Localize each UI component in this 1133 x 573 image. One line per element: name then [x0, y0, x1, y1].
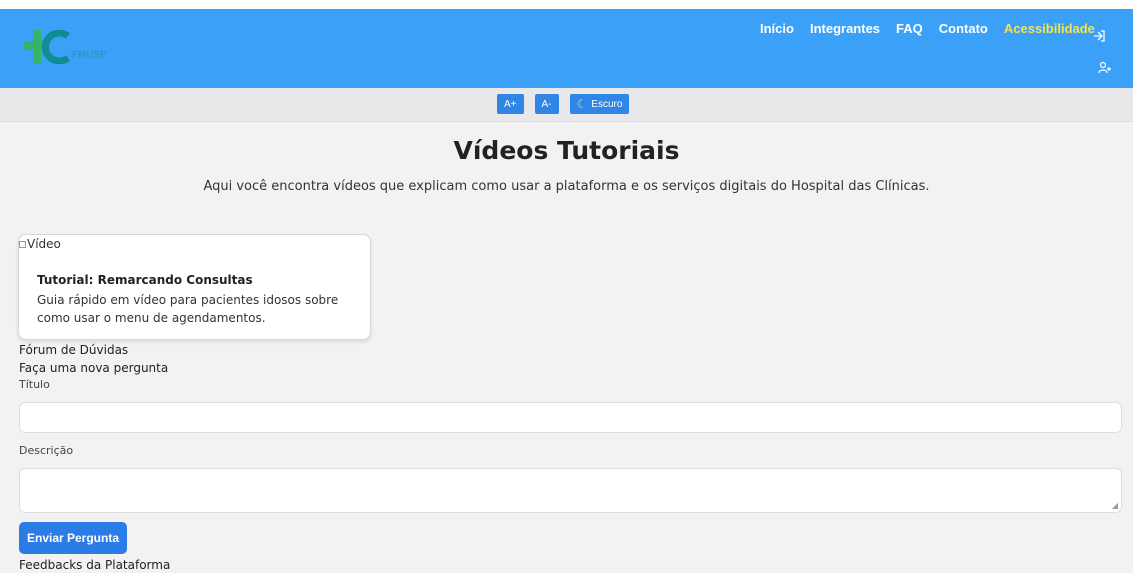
hc-plus-icon	[24, 30, 71, 64]
video-alt-text: Vídeo	[27, 237, 61, 251]
add-user-icon[interactable]	[1098, 61, 1112, 78]
title-input[interactable]	[19, 402, 1122, 433]
dark-mode-label: Escuro	[591, 98, 623, 110]
video-thumbnail[interactable]: Vídeo	[19, 237, 61, 251]
submit-question-button[interactable]: Enviar Pergunta	[19, 522, 127, 554]
main-nav: Início Integrantes FAQ Contato Acessibil…	[760, 21, 1095, 36]
moon-icon: ☾	[576, 97, 588, 111]
description-label: Descrição	[19, 444, 74, 457]
logo-text: FMUSP	[72, 50, 107, 61]
page-subtitle: Aqui você encontra vídeos que explicam c…	[203, 179, 930, 194]
accessibility-toolbar: A+ A- ☾ Escuro	[0, 88, 1133, 122]
dark-mode-button[interactable]: ☾ Escuro	[569, 94, 630, 114]
feedback-heading: Feedbacks da Plataforma	[19, 558, 171, 572]
login-icon[interactable]	[1092, 29, 1106, 46]
description-textarea[interactable]: ◢	[19, 468, 1122, 513]
page-title: Vídeos Tutoriais	[453, 136, 680, 165]
font-decrease-button[interactable]: A-	[534, 94, 559, 114]
video-description: Guia rápido em vídeo para pacientes idos…	[37, 293, 339, 325]
video-title: Tutorial: Remarcando Consultas	[37, 273, 253, 287]
resize-handle-icon[interactable]: ◢	[1112, 501, 1118, 510]
nav-contato[interactable]: Contato	[939, 21, 988, 36]
title-label: Título	[19, 378, 50, 391]
nav-inicio[interactable]: Início	[760, 21, 794, 36]
nav-integrantes[interactable]: Integrantes	[810, 21, 880, 36]
forum-subheading: Faça uma nova pergunta	[19, 361, 169, 375]
nav-acessibilidade[interactable]: Acessibilidade	[1004, 21, 1095, 36]
site-header: FMUSP Início Integrantes FAQ Contato Ace…	[0, 9, 1133, 88]
forum-heading: Fórum de Dúvidas	[19, 343, 129, 357]
font-increase-button[interactable]: A+	[497, 94, 524, 114]
broken-image-icon	[19, 240, 26, 248]
hc-logo[interactable]: FMUSP	[24, 30, 114, 66]
video-card[interactable]: Vídeo Tutorial: Remarcando Consultas Gui…	[18, 234, 371, 340]
top-strip	[0, 0, 1133, 9]
nav-faq[interactable]: FAQ	[896, 21, 923, 36]
